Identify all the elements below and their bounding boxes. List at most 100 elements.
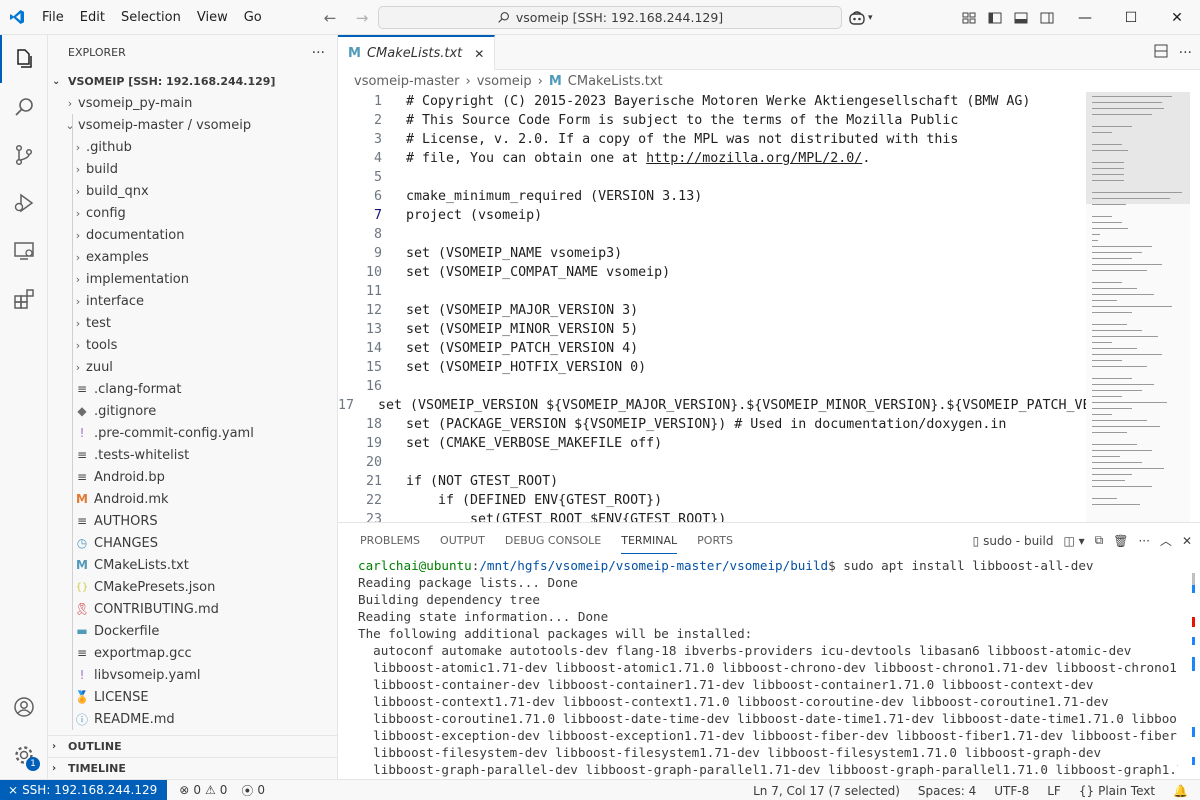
minimap-line	[1092, 294, 1154, 295]
tree-file[interactable]: ≡ .tests-whitelist	[48, 444, 337, 466]
forward-icon[interactable]: →	[350, 6, 374, 30]
timeline-section[interactable]: › TIMELINE	[48, 757, 338, 779]
file-tree: › vsomeip_py-main ⌄ vsomeip-master / vsomei…	[48, 92, 337, 730]
close-icon[interactable]: ✕	[1154, 0, 1200, 35]
copilot-menu[interactable]: ▾	[848, 6, 873, 29]
menu-file[interactable]: File	[34, 0, 72, 35]
tab-terminal[interactable]: TERMINAL	[611, 523, 687, 558]
manage-gear-icon[interactable]: 1	[0, 731, 48, 779]
language-mode[interactable]: {} Plain Text	[1079, 784, 1155, 798]
chevron-up-icon[interactable]: ︿	[1160, 532, 1172, 549]
tree-file[interactable]: ! libvsomeip.yaml	[48, 664, 337, 686]
terminal-output[interactable]: carlchai@ubuntu:/mnt/hgfs/vsomeip/vsomei…	[358, 557, 1178, 778]
tree-file[interactable]: M CMakeLists.txt	[48, 554, 337, 576]
workspace-root[interactable]: ⌄ VSOMEIP [SSH: 192.168.244.129]	[48, 70, 337, 92]
code-line: 21 if (NOT GTEST_ROOT)	[338, 472, 1088, 491]
toggle-panel-icon[interactable]	[1010, 7, 1032, 29]
tree-file[interactable]: ≡ AUTHORS	[48, 510, 337, 532]
trash-icon[interactable]: 🗑	[1113, 534, 1128, 548]
maximize-panel-icon[interactable]: ⧉	[1095, 533, 1104, 548]
tree-file[interactable]: 🎗 CONTRIBUTING.md	[48, 598, 337, 620]
toggle-primary-sidebar-icon[interactable]	[984, 7, 1006, 29]
menu-go[interactable]: Go	[236, 0, 270, 35]
tree-file[interactable]: ≡ exportmap.gcc	[48, 642, 337, 664]
tab-problems[interactable]: PROBLEMS	[350, 523, 430, 558]
customize-layout-icon[interactable]	[958, 7, 980, 29]
tree-folder[interactable]: › .github	[48, 136, 337, 158]
tree-folder[interactable]: › build_qnx	[48, 180, 337, 202]
tab-cmakelists[interactable]: M CMakeLists.txt ✕	[338, 35, 496, 70]
search-icon[interactable]	[0, 83, 48, 131]
run-debug-icon[interactable]	[0, 179, 48, 227]
notifications-icon[interactable]: 🔔	[1173, 784, 1188, 798]
outline-section[interactable]: › OUTLINE	[48, 735, 338, 757]
breadcrumb-item[interactable]: vsomeip	[477, 74, 532, 89]
tree-file[interactable]: ≡ Android.bp	[48, 466, 337, 488]
minimap-line	[1092, 468, 1164, 469]
tree-folder[interactable]: › implementation	[48, 268, 337, 290]
menu-view[interactable]: View	[189, 0, 236, 35]
minimap[interactable]	[1086, 92, 1190, 522]
indentation[interactable]: Spaces: 4	[918, 784, 976, 798]
remote-indicator[interactable]: ⨯ SSH: 192.168.244.129	[0, 779, 168, 800]
terminal-scrollbar[interactable]	[1190, 557, 1196, 777]
toggle-secondary-sidebar-icon[interactable]	[1036, 7, 1058, 29]
terminal-instance[interactable]: ▯ sudo - build	[973, 534, 1054, 548]
manage-badge: 1	[26, 757, 40, 771]
close-icon[interactable]: ✕	[474, 47, 484, 61]
minimap-line	[1092, 420, 1147, 421]
tree-folder[interactable]: › test	[48, 312, 337, 334]
line-number: 15	[365, 360, 382, 375]
tree-folder[interactable]: › interface	[48, 290, 337, 312]
breadcrumb-item[interactable]: CMakeLists.txt	[568, 74, 663, 89]
tree-file[interactable]: {} CMakePresets.json	[48, 576, 337, 598]
source-control-icon[interactable]	[0, 131, 48, 179]
extensions-icon[interactable]	[0, 275, 48, 323]
tree-file[interactable]: 🏅 LICENSE	[48, 686, 337, 708]
more-actions-icon[interactable]: ···	[1138, 534, 1149, 548]
breadcrumb-item[interactable]: vsomeip-master	[354, 74, 459, 89]
code-editor[interactable]: 1 # Copyright (C) 2015-2023 Bayerische Mo…	[338, 92, 1088, 522]
tree-file[interactable]: ◆ .gitignore	[48, 400, 337, 422]
split-terminal-icon[interactable]: ◫ ▾	[1063, 534, 1084, 548]
more-actions-icon[interactable]: ···	[312, 45, 325, 61]
tree-folder[interactable]: › tools	[48, 334, 337, 356]
url-link[interactable]: http://mozilla.org/MPL/2.0/	[646, 151, 862, 166]
menu-selection[interactable]: Selection	[113, 0, 189, 35]
tree-folder[interactable]: › examples	[48, 246, 337, 268]
tab-output[interactable]: OUTPUT	[430, 523, 495, 558]
problems-indicator[interactable]: ⊗ 0 ⚠ 0	[179, 783, 227, 797]
tree-folder[interactable]: › documentation	[48, 224, 337, 246]
close-icon[interactable]: ✕	[1182, 534, 1192, 548]
remote-explorer-icon[interactable]	[0, 227, 48, 275]
tree-file[interactable]: ≡ .clang-format	[48, 378, 337, 400]
maximize-icon[interactable]: ☐	[1108, 0, 1154, 35]
tree-file[interactable]: ◷ CHANGES	[48, 532, 337, 554]
tree-folder[interactable]: › zuul	[48, 356, 337, 378]
command-center-search[interactable]: vsomeip [SSH: 192.168.244.129]	[378, 6, 842, 29]
tree-file[interactable]: M Android.mk	[48, 488, 337, 510]
ports-indicator[interactable]: ⦿ 0	[241, 782, 265, 799]
line-text: set (VSOMEIP_HOTFIX_VERSION 0)	[406, 360, 647, 375]
minimize-icon[interactable]: —	[1062, 0, 1108, 35]
more-actions-icon[interactable]: ···	[1179, 45, 1192, 61]
tree-folder[interactable]: › vsomeip_py-main	[48, 92, 337, 114]
tab-ports[interactable]: PORTS	[687, 523, 743, 558]
accounts-icon[interactable]	[0, 683, 48, 731]
tab-debug-console[interactable]: DEBUG CONSOLE	[495, 523, 611, 558]
encoding[interactable]: UTF-8	[994, 784, 1029, 798]
line-text-segment: # file, You can obtain one at	[406, 151, 647, 166]
split-editor-icon[interactable]	[1153, 43, 1169, 63]
tree-folder[interactable]: › config	[48, 202, 337, 224]
tree-file[interactable]: ⓘ README.md	[48, 708, 337, 730]
tree-file[interactable]: ! .pre-commit-config.yaml	[48, 422, 337, 444]
back-icon[interactable]: ←	[318, 6, 342, 30]
menu-edit[interactable]: Edit	[72, 0, 113, 35]
cursor-position[interactable]: Ln 7, Col 17 (7 selected)	[753, 784, 900, 798]
tree-folder[interactable]: › build	[48, 158, 337, 180]
explorer-icon[interactable]	[0, 35, 48, 83]
tree-file[interactable]: ▬ Dockerfile	[48, 620, 337, 642]
end-of-line[interactable]: LF	[1047, 784, 1061, 798]
tree-item-label: config	[86, 205, 126, 221]
tree-folder[interactable]: ⌄ vsomeip-master / vsomeip	[48, 114, 337, 136]
